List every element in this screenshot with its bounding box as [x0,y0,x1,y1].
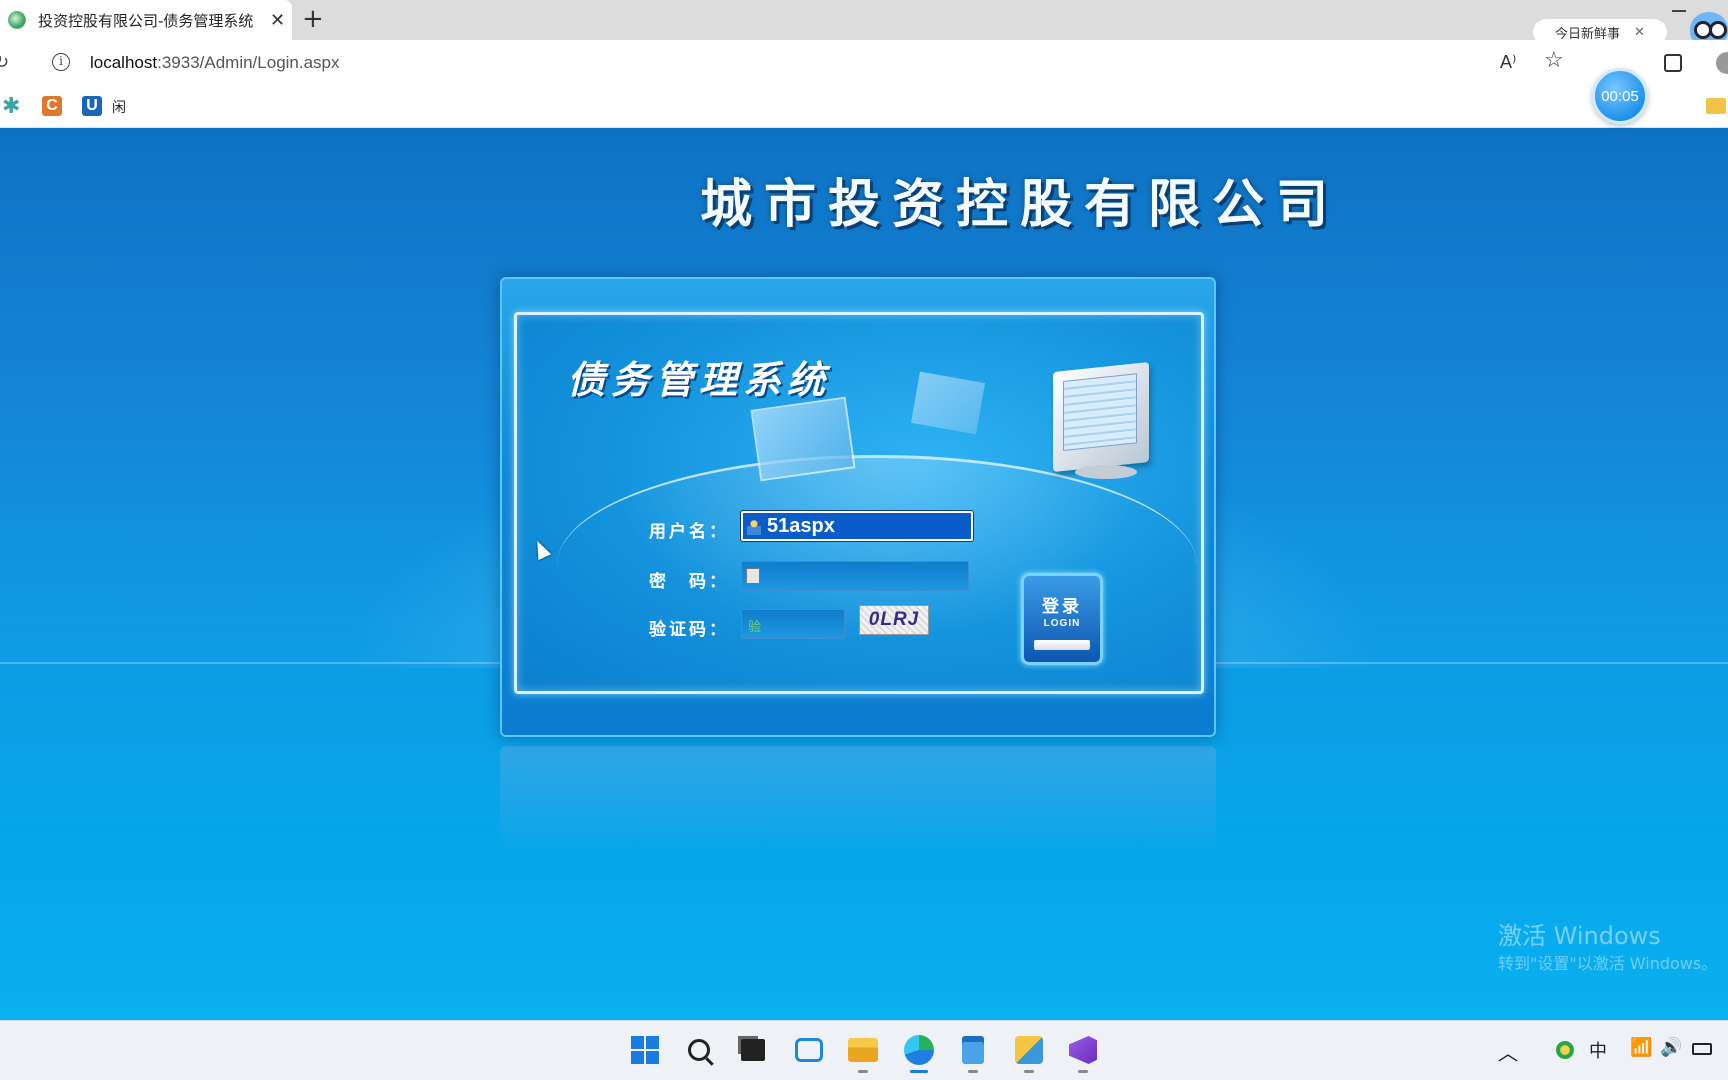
decorative-card-image [750,396,856,482]
login-page: 城市投资控股有限公司 债务管理系统 用户名： 51aspx 密 码： 验证码： … [0,128,1728,1020]
username-value: 51aspx [767,515,835,537]
login-button[interactable]: 登录 LOGIN [1021,573,1103,665]
captcha-input[interactable]: 验 [741,609,845,639]
refresh-icon[interactable]: ↻ [0,52,9,73]
bookmark-c-icon[interactable]: C [42,96,62,116]
bookmark-gear-icon[interactable]: ✱ [2,94,20,119]
bookmark-xian[interactable]: 闲 [112,97,126,117]
site-favicon-icon [8,11,26,29]
login-panel: 债务管理系统 用户名： 51aspx 密 码： 验证码： 验 0LRJ 登录 L… [500,277,1216,737]
login-button-sublabel: LOGIN [1043,618,1081,629]
panel-reflection [500,746,1216,856]
ime-language[interactable]: 中 [1589,1037,1607,1063]
running-indicator [858,1070,868,1073]
new-tab-button[interactable]: + [302,4,324,34]
captcha-hint-icon: 验 [748,620,762,635]
url-path: :3933/Admin/Login.aspx [157,53,340,72]
visual-studio-button[interactable] [1066,1033,1100,1073]
snipping-tool-button[interactable] [1012,1033,1046,1073]
read-aloud-icon[interactable]: A⁾ [1500,52,1516,73]
add-favorite-icon[interactable]: ☆ [1544,48,1564,73]
volume-icon[interactable]: 🔊 [1660,1037,1682,1058]
address-bar: ↻ i localhost:3933/Admin/Login.aspx A⁾ ☆ [0,40,1728,88]
search-icon [688,1039,710,1061]
monitor-stand [1075,465,1137,479]
edge-button[interactable] [902,1033,936,1073]
password-input[interactable] [741,561,969,591]
tab-title: 投资控股有限公司-债务管理系统 [38,11,254,30]
news-pill-label: 今日新鲜事 [1555,26,1621,42]
bookmark-u-icon[interactable]: U [82,96,102,116]
bookmark-folder-icon[interactable] [1706,98,1726,114]
decorative-document-image [910,371,986,435]
active-indicator [910,1070,928,1073]
password-label: 密 码： [649,572,729,592]
widgets-button[interactable] [792,1033,826,1067]
windows-logo-icon [631,1036,659,1064]
notepad-icon [962,1036,984,1064]
notepad-button[interactable] [956,1033,990,1073]
tab-login[interactable]: 投资控股有限公司-债务管理系统 ✕ [0,0,292,40]
recording-timer[interactable]: 00:05 [1592,68,1648,124]
task-view-button[interactable] [736,1033,770,1067]
visual-studio-icon [1069,1036,1097,1064]
url-host: localhost [90,53,158,72]
file-explorer-button[interactable] [846,1033,880,1073]
collections-icon[interactable] [1664,54,1682,72]
running-indicator [968,1070,978,1073]
activate-windows-title: 激活 Windows [1498,922,1661,950]
company-title: 城市投资控股有限公司 [700,175,1341,235]
username-label: 用户名： [649,522,729,542]
login-panel-inner: 债务管理系统 用户名： 51aspx 密 码： 验证码： 验 0LRJ 登录 L… [514,312,1204,694]
tab-close-icon[interactable]: ✕ [270,10,285,31]
username-input[interactable]: 51aspx [741,511,973,541]
taskbar: ︿ 中 📶 🔊 [0,1020,1728,1080]
running-indicator [1078,1070,1088,1073]
captcha-text: 0LRJ [868,609,920,630]
task-view-icon [741,1039,765,1061]
site-info-icon[interactable]: i [52,53,70,71]
start-button[interactable] [628,1033,662,1067]
battery-icon[interactable] [1692,1043,1712,1055]
activate-windows-hint: 转到"设置"以激活 Windows。 [1498,954,1718,973]
minimize-icon[interactable] [1672,10,1686,12]
user-icon [747,519,761,535]
captcha-label: 验证码： [649,620,729,640]
widgets-icon [795,1038,823,1062]
computer-monitor-icon [1053,361,1149,473]
timer-text: 00:05 [1601,87,1639,105]
wifi-icon[interactable]: 📶 [1630,1037,1652,1058]
captcha-image[interactable]: 0LRJ [859,605,929,635]
file-explorer-icon [848,1038,878,1062]
snipping-tool-icon [1015,1036,1043,1064]
monitor-screen [1063,373,1137,451]
tab-strip: 投资控股有限公司-债务管理系统 ✕ + 今日新鲜事 ✕ [0,0,1728,46]
system-title: 债务管理系统 [567,358,832,402]
login-button-bar [1034,640,1090,650]
running-indicator [1024,1070,1034,1073]
login-button-label: 登录 [1042,597,1082,617]
edge-icon [904,1035,934,1065]
bookmarks-bar: ✱ C U 闲 [0,88,1728,128]
tray-overflow-chevron-icon[interactable]: ︿ [1498,1037,1518,1066]
url-field[interactable]: localhost:3933/Admin/Login.aspx [90,53,340,73]
search-button[interactable] [682,1033,716,1067]
key-icon [746,568,760,584]
ime-status-icon[interactable] [1556,1041,1574,1059]
profile-icon[interactable] [1716,52,1728,74]
news-close-icon[interactable]: ✕ [1634,25,1645,40]
